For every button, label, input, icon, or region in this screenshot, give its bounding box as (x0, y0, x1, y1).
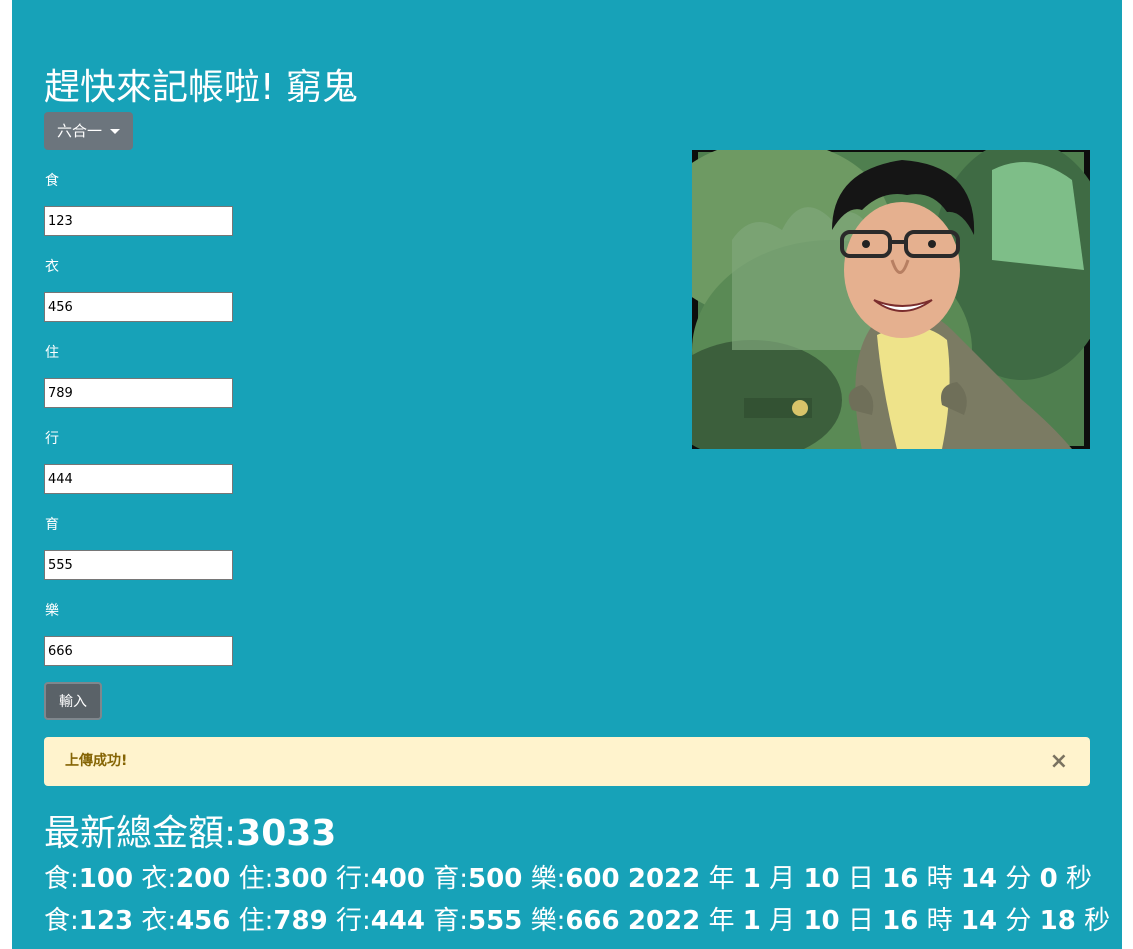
record-key: 食: (44, 906, 79, 936)
record-value: 200 (176, 864, 231, 894)
record-value: 666 (565, 906, 620, 936)
unit-second: 秒 (1066, 864, 1093, 894)
record-value: 456 (176, 906, 231, 936)
submit-button[interactable]: 輸入 (44, 682, 102, 720)
unit-second: 秒 (1084, 906, 1111, 936)
food-input[interactable] (44, 206, 233, 236)
record-hour: 16 (882, 864, 919, 894)
record-key: 行: (335, 906, 371, 936)
unit-day: 日 (847, 864, 874, 894)
entertainment-input[interactable] (44, 636, 233, 666)
record-year: 2022 (627, 906, 701, 936)
housing-label: 住 (45, 345, 59, 361)
close-icon[interactable]: × (1050, 737, 1068, 786)
clothing-input[interactable] (44, 292, 233, 322)
total-amount: 最新總金額:3033 (44, 804, 336, 856)
record-row: 食:100 衣:200 住:300 行:400 育:500 樂:600 2022… (44, 858, 1092, 895)
record-second: 0 (1039, 864, 1058, 894)
record-month: 1 (742, 864, 761, 894)
record-key: 住: (238, 906, 274, 936)
unit-month: 月 (769, 864, 796, 894)
record-row: 食:123 衣:456 住:789 行:444 育:555 樂:666 2022… (44, 900, 1110, 937)
record-key: 食: (44, 864, 79, 894)
caret-down-icon (110, 128, 121, 134)
record-key: 衣: (141, 906, 177, 936)
unit-minute: 分 (1005, 906, 1032, 936)
record-value: 100 (78, 864, 134, 894)
transport-input[interactable] (44, 464, 233, 494)
record-value: 400 (370, 864, 425, 894)
record-key: 育: (433, 864, 469, 894)
main-panel: 趕快來記帳啦! 窮鬼 六合一 食 衣 住 行 育 樂 輸入 (12, 0, 1122, 949)
page-title: 趕快來記帳啦! 窮鬼 (44, 67, 358, 108)
record-value: 444 (370, 906, 425, 936)
clothing-label: 衣 (45, 259, 59, 275)
unit-minute: 分 (1005, 864, 1032, 894)
record-day: 10 (803, 864, 840, 894)
record-value: 123 (78, 906, 134, 936)
record-second: 18 (1039, 906, 1076, 936)
education-input[interactable] (44, 550, 233, 580)
record-hour: 16 (882, 906, 919, 936)
record-month: 1 (742, 906, 761, 936)
unit-month: 月 (769, 906, 796, 936)
unit-day: 日 (847, 906, 874, 936)
dropdown-label: 六合一 (57, 122, 103, 140)
total-value: 3033 (236, 813, 337, 854)
unit-hour: 時 (926, 864, 953, 894)
record-minute: 14 (960, 864, 998, 894)
record-value: 600 (565, 864, 620, 894)
record-key: 育: (433, 906, 469, 936)
entertainment-label: 樂 (45, 603, 59, 619)
education-label: 育 (45, 517, 59, 533)
unit-year: 年 (708, 906, 735, 936)
record-value: 789 (273, 906, 328, 936)
record-year: 2022 (627, 864, 701, 894)
category-dropdown[interactable]: 六合一 (44, 112, 134, 150)
record-minute: 14 (960, 906, 998, 936)
record-value: 300 (273, 864, 328, 894)
record-key: 住: (238, 864, 274, 894)
record-value: 500 (468, 864, 523, 894)
record-value: 555 (468, 906, 523, 936)
unit-hour: 時 (926, 906, 953, 936)
profile-photo (692, 150, 1090, 449)
record-key: 行: (335, 864, 371, 894)
record-key: 樂: (530, 906, 566, 936)
food-label: 食 (45, 173, 59, 189)
record-key: 樂: (530, 864, 566, 894)
total-label: 最新總金額: (44, 813, 237, 854)
unit-year: 年 (708, 864, 735, 894)
success-alert: 上傳成功! × (44, 737, 1090, 786)
record-key: 衣: (141, 864, 177, 894)
record-day: 10 (803, 906, 840, 936)
alert-message: 上傳成功! (65, 753, 128, 769)
housing-input[interactable] (44, 378, 233, 408)
transport-label: 行 (45, 431, 59, 447)
